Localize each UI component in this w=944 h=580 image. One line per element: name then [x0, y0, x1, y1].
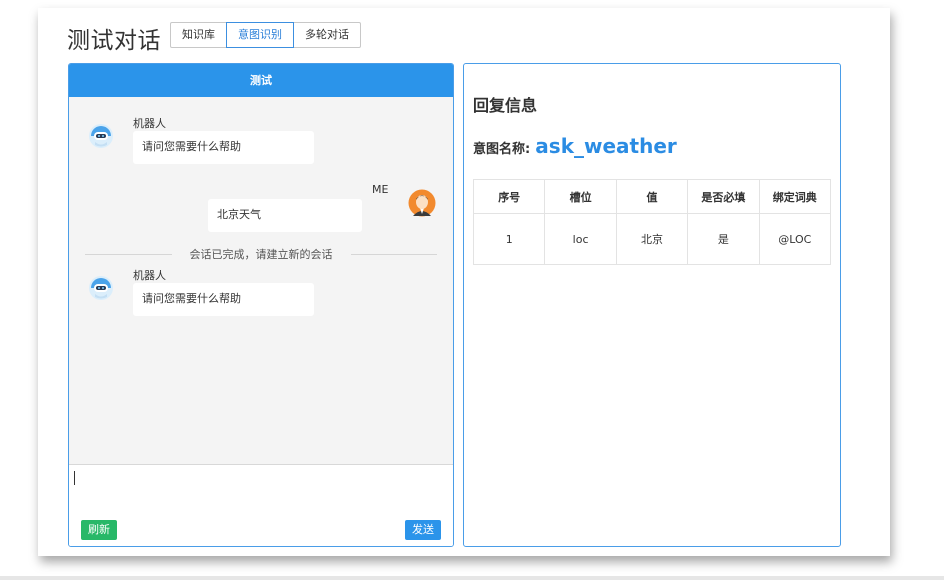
- robot-icon: [89, 124, 113, 148]
- intent-label: 意图名称:: [473, 142, 531, 157]
- intent-value: ask_weather: [535, 134, 677, 158]
- reply-title: 回复信息: [473, 96, 538, 115]
- table-cell: 1: [472, 213, 546, 265]
- column-header-required: 是否必填: [687, 179, 760, 214]
- divider-text: 会话已完成，请建立新的会话: [189, 248, 333, 261]
- refresh-button[interactable]: 刷新: [81, 520, 117, 540]
- table-cell: loc: [544, 213, 617, 265]
- sender-name: 机器人: [133, 269, 166, 282]
- text-caret: [74, 471, 75, 485]
- chat-panel: 测试 机器人 请问您需要什么帮助 ME 北京天气 会话已完成，请建立新的会话 机…: [68, 63, 454, 547]
- robot-icon: [89, 276, 113, 300]
- main-card: 测试对话 知识库 意图识别 多轮对话 测试 机器人 请问您需要什么帮助 ME 北…: [38, 8, 890, 556]
- tab-group: 知识库 意图识别 多轮对话: [170, 22, 361, 48]
- table-cell: @LOC: [758, 213, 832, 265]
- slot-table: 序号 槽位 值 是否必填 绑定词典 1 loc 北京 是 @LOC: [472, 179, 832, 265]
- divider-line: [350, 253, 437, 255]
- tab-knowledge-base[interactable]: 知识库: [170, 22, 227, 48]
- message-bubble: 请问您需要什么帮助: [133, 131, 314, 164]
- message-input[interactable]: 刷新 发送: [69, 464, 453, 546]
- column-header-dictionary: 绑定词典: [758, 179, 832, 214]
- message-bubble: 请问您需要什么帮助: [133, 283, 314, 316]
- table-header-row: 序号 槽位 值 是否必填 绑定词典: [472, 179, 832, 214]
- column-header-slot: 槽位: [544, 179, 617, 214]
- column-header-index: 序号: [472, 179, 546, 214]
- send-button[interactable]: 发送: [405, 520, 441, 540]
- table-cell: 是: [687, 213, 760, 265]
- sender-name: ME: [372, 183, 389, 196]
- table-cell: 北京: [615, 213, 689, 265]
- table-row: 1 loc 北京 是 @LOC: [472, 213, 832, 265]
- user-icon: [408, 189, 436, 217]
- column-header-value: 值: [615, 179, 689, 214]
- page-title: 测试对话: [67, 28, 161, 54]
- session-divider: 会话已完成，请建立新的会话: [85, 247, 437, 261]
- message-bubble: 北京天气: [208, 199, 362, 232]
- chat-body[interactable]: 机器人 请问您需要什么帮助 ME 北京天气 会话已完成，请建立新的会话 机器人 …: [69, 97, 453, 464]
- reply-panel: 回复信息 意图名称: ask_weather 序号 槽位 值 是否必填 绑定词典…: [463, 63, 841, 547]
- tab-intent-recognition[interactable]: 意图识别: [226, 22, 294, 48]
- tab-multi-turn-dialog[interactable]: 多轮对话: [293, 22, 361, 48]
- chat-header: 测试: [69, 64, 453, 97]
- intent-line: 意图名称: ask_weather: [473, 134, 677, 158]
- sender-name: 机器人: [133, 117, 166, 130]
- page-bottom-border: [0, 576, 944, 580]
- divider-line: [85, 253, 172, 255]
